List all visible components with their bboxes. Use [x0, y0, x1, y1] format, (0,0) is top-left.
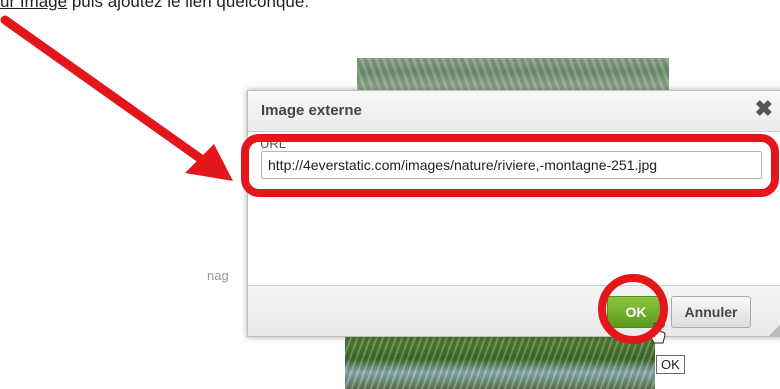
dialog-header: Image externe ✖ [248, 91, 780, 132]
url-label: URL [260, 136, 287, 151]
cancel-button[interactable]: Annuler [671, 296, 751, 328]
tutorial-instruction: ur Image puis ajoutez le lien quelconque… [0, 0, 309, 12]
background-photo-bottom [345, 334, 655, 389]
close-icon[interactable]: ✖ [755, 97, 773, 121]
ok-tooltip: OK [656, 355, 685, 374]
dialog-footer: OK Annuler [248, 285, 780, 336]
red-arrow-head-icon [185, 144, 233, 181]
tutorial-rest-text: puis ajoutez le lien quelconque: [67, 0, 310, 11]
url-input[interactable] [261, 151, 762, 179]
background-partial-text: nag [207, 268, 229, 283]
resize-handle[interactable] [769, 322, 780, 336]
background-photo-top [357, 58, 669, 92]
tutorial-underlined-text: ur Image [0, 0, 68, 11]
hand-cursor-icon [648, 322, 666, 344]
dialog-title: Image externe [261, 102, 362, 119]
external-image-dialog: Image externe ✖ URL OK Annuler [247, 90, 780, 337]
red-arrow-shaft [0, 15, 223, 176]
